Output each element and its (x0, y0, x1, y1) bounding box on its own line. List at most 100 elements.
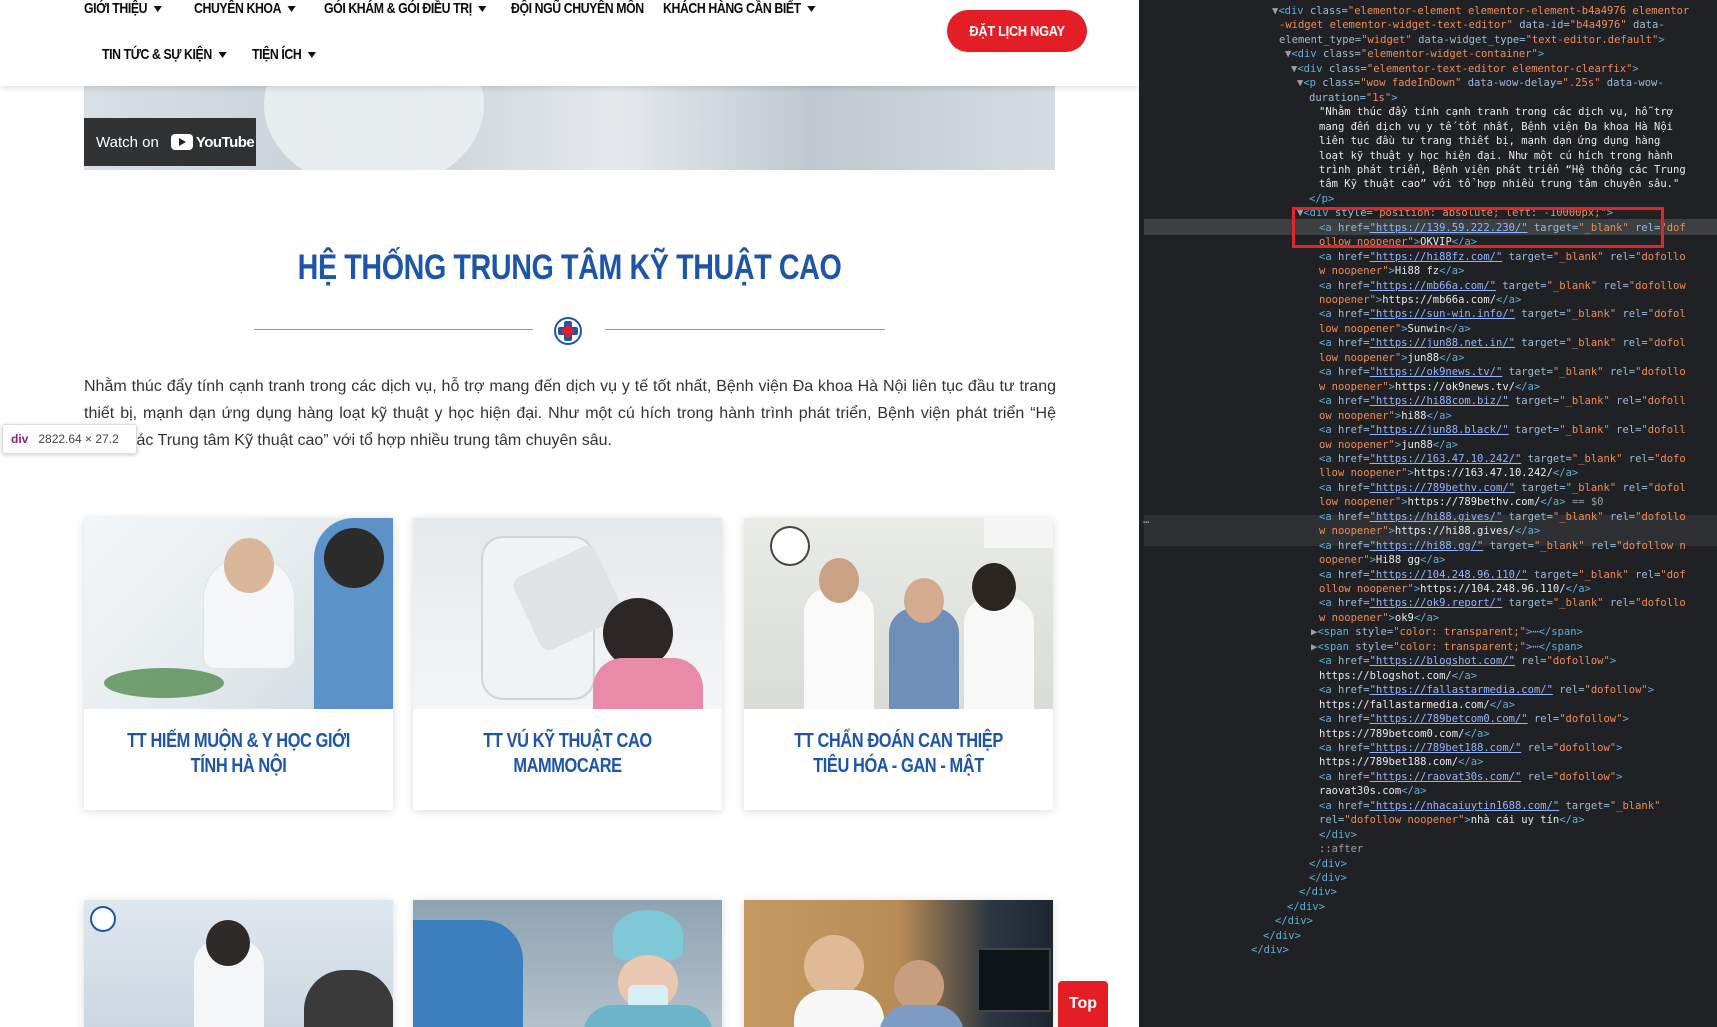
dom-token: rel= (1616, 424, 1642, 437)
center-card-tieu-hoa[interactable]: TT CHẨN ĐOÁN CAN THIỆP TIÊU HÓA - GAN - … (744, 518, 1053, 810)
dom-line[interactable]: oopener">Hi88 gg</a> (1319, 553, 1445, 568)
caret-down-icon (307, 52, 317, 59)
dom-line[interactable]: low noopener">jun88</a> (1319, 351, 1464, 366)
center-card-row2-2[interactable] (413, 900, 722, 1027)
scroll-to-top-button[interactable]: Top (1058, 981, 1108, 1027)
dom-line[interactable]: <a href="https://ok9news.tv/" target="_b… (1319, 365, 1686, 380)
dom-line[interactable]: <a href="https://789bethv.com/" target="… (1319, 481, 1686, 496)
dom-token: "https://hi88fz.com/" (1369, 250, 1503, 263)
dom-line[interactable]: </div> (1275, 914, 1313, 929)
dom-token: rel= (1603, 279, 1629, 292)
dom-line[interactable]: https://789betcom0.com/</a> (1319, 727, 1490, 742)
dom-line[interactable]: https://fallastarmedia.com/</a> (1319, 698, 1515, 713)
nav-tin-tuc[interactable]: TIN TỨC & SỰ KIỆN (102, 46, 227, 63)
dom-line[interactable]: ▶<span style="color: transparent;">⋯</sp… (1311, 625, 1583, 640)
center-card-row2-1[interactable] (84, 900, 393, 1027)
dom-line[interactable]: llow noopener">https://163.47.10.242/</a… (1319, 466, 1578, 481)
dom-line[interactable]: tâm Kỹ thuật cao” với tổ hợp nhiều trung… (1319, 177, 1679, 192)
dom-line[interactable]: low noopener">https://789bethv.com/</a> … (1319, 495, 1604, 510)
tooltip-dimensions: 2822.64 × 27.2 (38, 432, 119, 446)
dom-line[interactable]: mang đến dịch vụ y tế tốt nhất, Bệnh việ… (1319, 120, 1673, 135)
dom-line[interactable]: w noopener">https://ok9news.tv/</a> (1319, 380, 1540, 395)
dom-line[interactable]: ▼<p class="wow fadeInDown" data-wow-dela… (1297, 76, 1664, 91)
dom-line[interactable]: <a href="https://hi88.gives/" target="_b… (1319, 510, 1686, 525)
dom-line[interactable]: raovat30s.com</a> (1319, 784, 1426, 799)
dom-line[interactable]: https://blogshot.com/</a> (1319, 669, 1477, 684)
dom-line[interactable]: https://789bet188.com/</a> (1319, 755, 1483, 770)
dom-token: tâm Kỹ thuật cao” với tổ hợp nhiều trung… (1319, 178, 1680, 191)
dom-token: </p> (1309, 192, 1335, 205)
dom-line[interactable]: </div> (1263, 929, 1301, 944)
dom-line[interactable]: ▼<div class="elementor-text-editor eleme… (1291, 62, 1639, 77)
nav-goi-kham[interactable]: GÓI KHÁM & GÓI ĐIỀU TRỊ (324, 0, 487, 17)
dom-line[interactable]: loạt kỹ thuật y học hiện đại. Như một cú… (1319, 149, 1673, 164)
center-card-hiem-muon[interactable]: TT HIẾM MUỘN & Y HỌC GIỚI TÍNH HÀ NỘI (84, 518, 393, 810)
dom-token: rel= (1609, 366, 1636, 379)
dom-line[interactable]: trình phát triển, Bệnh viện phát triển “… (1319, 163, 1686, 178)
dom-line[interactable]: ow noopener">jun88</a> (1319, 438, 1458, 453)
dom-line[interactable]: ▼<div class="elementor-element elementor… (1272, 4, 1689, 19)
dom-line[interactable]: </div> (1309, 871, 1347, 886)
dom-line[interactable]: <a href="https://hi88.gg/" target="_blan… (1319, 539, 1686, 554)
dom-line[interactable]: <a href="https://raovat30s.com/" rel="do… (1319, 770, 1622, 785)
dom-line[interactable]: <a href="https://fallastarmedia.com/" re… (1319, 683, 1654, 698)
nav-doi-ngu[interactable]: ĐỘI NGŨ CHUYÊN MÔN (511, 0, 644, 17)
dom-line[interactable]: duration="1s"> (1309, 91, 1398, 106)
book-appointment-button[interactable]: ĐẶT LỊCH NGAY (947, 10, 1087, 52)
dom-token: rel= (1616, 395, 1642, 408)
dom-line[interactable]: </div> (1287, 900, 1325, 915)
gutter-ellipsis-icon[interactable]: … (1143, 513, 1149, 528)
dom-line[interactable]: <a href="https://104.248.96.110/" target… (1319, 568, 1686, 583)
nav-tien-ich[interactable]: TIỆN ÍCH (252, 46, 317, 63)
dom-line[interactable]: -widget elementor-widget-text-editor" da… (1279, 18, 1665, 33)
dom-token: <a (1319, 424, 1338, 437)
dom-line[interactable]: <a href="https://blogshot.com/" rel="dof… (1319, 654, 1616, 669)
center-card-row2-3[interactable] (744, 900, 1053, 1027)
dom-line[interactable]: <a href="https://163.47.10.242/" target=… (1319, 452, 1686, 467)
dom-token: href= (1337, 799, 1370, 812)
dom-token: <div (1297, 62, 1329, 75)
dom-line[interactable]: rel="dofollow noopener">nhà cái uy tín</… (1319, 813, 1585, 828)
dom-token: class= (1322, 77, 1361, 90)
nav-khach-hang[interactable]: KHÁCH HÀNG CẦN BIẾT (663, 0, 816, 17)
dom-line[interactable]: <a href="https://jun88.net.in/" target="… (1319, 336, 1686, 351)
nav-chuyen-khoa[interactable]: CHUYÊN KHOA (194, 0, 296, 17)
dom-line[interactable]: <a href="https://hi88com.biz/" target="_… (1319, 394, 1686, 409)
dom-line[interactable]: <a href="https://sun-win.info/" target="… (1319, 307, 1686, 322)
dom-line[interactable]: <a href="https://789bet188.com/" rel="do… (1319, 741, 1622, 756)
dom-token: rel= (1635, 568, 1661, 581)
devtools-elements-panel[interactable]: … ▼<div class="elementor-element element… (1139, 0, 1717, 1027)
dom-token: "color: transparent;" (1393, 640, 1526, 653)
dom-line[interactable]: <a href="https://ok9.report/" target="_b… (1319, 596, 1686, 611)
dom-line[interactable]: </div> (1251, 943, 1289, 958)
dom-line[interactable]: "Nhằm thúc đẩy tính cạnh tranh trong các… (1319, 105, 1673, 120)
dom-line[interactable]: ▶<span style="color: transparent;">⋯</sp… (1311, 640, 1583, 655)
dom-line[interactable]: ollow noopener">https://104.248.96.110/<… (1319, 582, 1591, 597)
dom-token: "https://789bethv.com/" (1369, 481, 1515, 494)
dom-line[interactable]: ::after (1319, 842, 1363, 857)
dom-line[interactable]: <a href="https://nhacaiuytin1688.com/" t… (1319, 799, 1660, 814)
dom-line[interactable]: low noopener">Sunwin</a> (1319, 322, 1471, 337)
dom-line[interactable]: <a href="https://jun88.black/" target="_… (1319, 423, 1686, 438)
dom-token: "dofollow" (1552, 770, 1617, 783)
dom-line[interactable]: w noopener">https://hi88.gives/</a> (1319, 524, 1540, 539)
dom-line[interactable]: </div> (1319, 828, 1357, 843)
nav-gioi-thieu[interactable]: GIỚI THIỆU (84, 0, 162, 17)
dom-line[interactable]: ow noopener">hi88</a> (1319, 409, 1452, 424)
dom-line[interactable]: </div> (1309, 857, 1347, 872)
center-card-mammocare[interactable]: TT VÚ KỸ THUẬT CAO MAMMOCARE (413, 518, 722, 810)
dom-line[interactable]: <a href="https://789betcom0.com/" rel="d… (1319, 712, 1629, 727)
dom-line[interactable]: noopener">https://mb66a.com/</a> (1319, 293, 1521, 308)
dom-line[interactable]: ▼<div class="elementor-widget-container"… (1285, 47, 1544, 62)
dom-line[interactable]: liên tục đầu tư trang thiết bị, mạnh dạn… (1319, 134, 1660, 149)
dom-line[interactable]: </p> (1309, 192, 1334, 207)
dom-line[interactable]: w noopener">Hi88 fz</a> (1319, 264, 1464, 279)
site-header: GIỚI THIỆU CHUYÊN KHOA GÓI KHÁM & GÓI ĐI… (0, 0, 1139, 86)
dom-line[interactable]: w noopener">ok9</a> (1319, 611, 1439, 626)
dom-line[interactable]: <a href="https://mb66a.com/" target="_bl… (1319, 279, 1686, 294)
dom-line[interactable]: element_type="widget" data-widget_type="… (1279, 33, 1665, 48)
dom-line[interactable]: </div> (1299, 885, 1337, 900)
dom-line[interactable]: <a href="https://hi88fz.com/" target="_b… (1319, 250, 1686, 265)
dom-token: </a> (1464, 727, 1490, 740)
watch-on-youtube-button[interactable]: Watch on YouTube (84, 118, 256, 166)
